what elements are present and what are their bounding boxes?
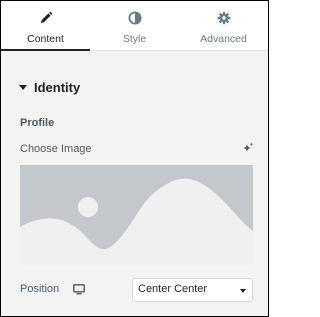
position-label: Position (20, 283, 60, 295)
caret-down-icon (19, 85, 27, 90)
position-control: Position Center Center (20, 278, 253, 302)
tab-advanced-label: Advanced (200, 33, 247, 45)
image-placeholder[interactable] (20, 165, 253, 265)
profile-heading: Profile (20, 117, 55, 129)
position-select-value: Center Center (138, 283, 208, 295)
pencil-icon (40, 11, 52, 23)
panel-tabs: Content Style Advanced (1, 1, 268, 51)
editor-panel: Content Style Advanced Identity Profile … (0, 0, 269, 317)
identity-section-toggle[interactable]: Identity (19, 80, 80, 95)
tab-style[interactable]: Style (90, 1, 179, 50)
sparkle-icon[interactable] (242, 142, 254, 154)
tab-content-label: Content (27, 33, 64, 45)
tab-advanced[interactable]: Advanced (179, 1, 268, 50)
image-placeholder-graphic (20, 165, 253, 265)
identity-section: Identity Profile Choose Image Position C… (1, 51, 268, 316)
tab-style-label: Style (122, 33, 147, 45)
tab-content[interactable]: Content (1, 1, 90, 51)
position-select[interactable]: Center Center (132, 278, 253, 302)
gear-icon (217, 11, 230, 25)
contrast-icon (128, 11, 141, 25)
choose-image-label: Choose Image (20, 143, 92, 155)
desktop-icon[interactable] (73, 284, 85, 295)
section-title: Identity (34, 80, 81, 95)
chevron-down-icon (240, 289, 246, 293)
